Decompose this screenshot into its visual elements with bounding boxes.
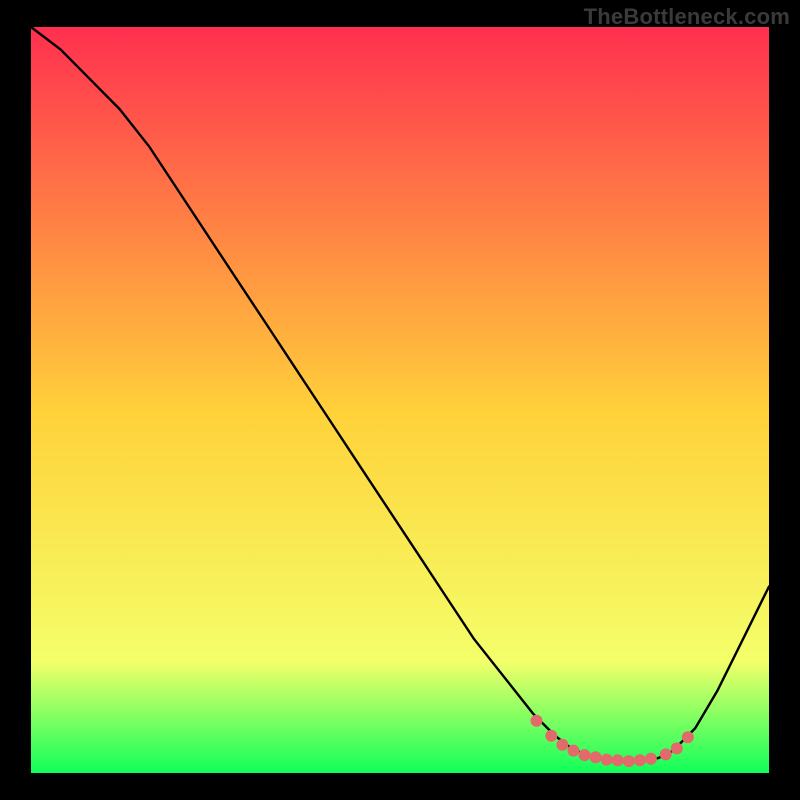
marker-dot [660,748,672,760]
marker-dot [567,745,579,757]
marker-dot [682,731,694,743]
marker-dot [579,749,591,761]
marker-dot [634,754,646,766]
chart-container: { "watermark": "TheBottleneck.com", "col… [0,0,800,800]
marker-dot [645,753,657,765]
chart-svg [0,0,800,800]
marker-dot [623,755,635,767]
marker-dot [590,751,602,763]
marker-dot [601,754,613,766]
marker-dot [556,739,568,751]
marker-dot [671,742,683,754]
marker-dot [531,715,543,727]
marker-dot [545,730,557,742]
marker-dot [612,754,624,766]
